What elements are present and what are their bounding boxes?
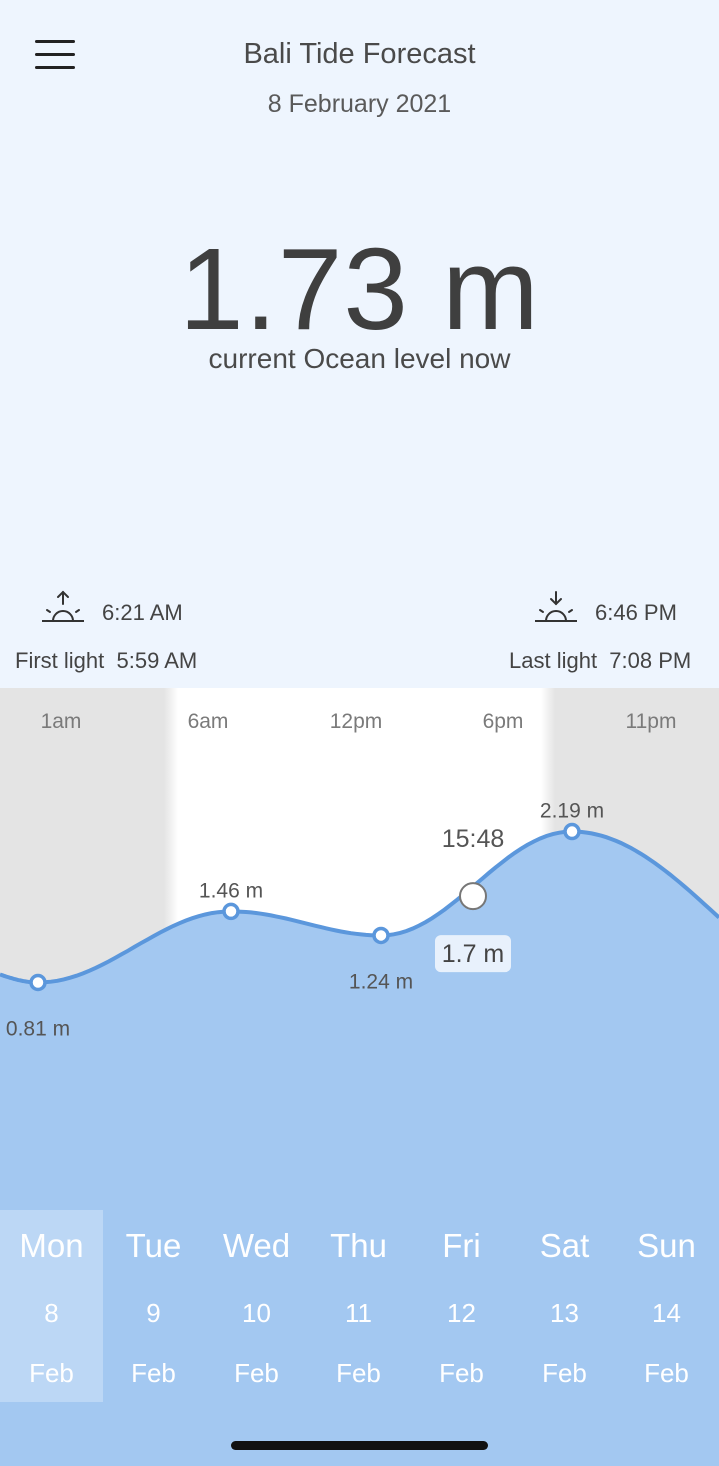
- day-number: 10: [242, 1298, 271, 1328]
- day-name: Sun: [637, 1227, 696, 1264]
- day-thu[interactable]: Thu 11 Feb: [307, 1210, 410, 1402]
- tide-chart[interactable]: 1am 6am 12pm 6pm 11pm 0.81 m 1.46 m 1.24 m 2.19…: [0, 688, 719, 1466]
- day-selector: Mon 8 Feb Tue 9 Feb Wed 10 Feb Thu 11 Fe…: [0, 1210, 719, 1402]
- day-wed[interactable]: Wed 10 Feb: [205, 1210, 308, 1402]
- day-number: 12: [447, 1298, 476, 1328]
- tide-extreme-point: [563, 822, 581, 841]
- tide-extreme-label: 2.19 m: [540, 800, 604, 823]
- tide-chart-svg: 1am 6am 12pm 6pm 11pm 0.81 m 1.46 m 1.24 m 2.19…: [0, 688, 719, 1210]
- day-mon[interactable]: Mon 8 Feb: [0, 1210, 103, 1402]
- day-number: 8: [44, 1298, 59, 1328]
- current-level-value: 1.73 m: [179, 224, 540, 354]
- day-month: Feb: [336, 1358, 381, 1388]
- tide-extreme-label: 1.24 m: [349, 970, 413, 993]
- day-tue[interactable]: Tue 9 Feb: [102, 1210, 205, 1402]
- hour-tick-label: 6am: [188, 710, 229, 733]
- day-month: Feb: [439, 1358, 484, 1388]
- day-name: Mon: [19, 1227, 84, 1264]
- last-light: Last light 7:08 PM: [509, 648, 691, 674]
- cursor-time: 15:48: [442, 825, 505, 853]
- sunrise-icon: [42, 590, 84, 622]
- hour-tick-label: 6pm: [483, 710, 524, 733]
- day-sun[interactable]: Sun 14 Feb: [615, 1210, 718, 1402]
- last-light-time: 7:08 PM: [609, 648, 692, 673]
- sunset-icon: [535, 591, 577, 622]
- day-number: 13: [550, 1298, 579, 1328]
- day-name: Fri: [442, 1227, 481, 1264]
- sunset-time: 6:46 PM: [595, 600, 677, 625]
- cursor-point: [459, 882, 487, 911]
- day-month: Feb: [131, 1358, 176, 1388]
- day-number: 14: [652, 1298, 681, 1328]
- tide-extreme-point: [29, 973, 47, 992]
- day-fri[interactable]: Fri 12 Feb: [410, 1210, 513, 1402]
- hour-tick-label: 12pm: [330, 710, 383, 733]
- day-month: Feb: [644, 1358, 689, 1388]
- sunrise-time: 6:21 AM: [102, 600, 183, 625]
- day-name: Tue: [125, 1227, 182, 1264]
- first-light-time: 5:59 AM: [116, 648, 198, 673]
- day-number: 11: [345, 1298, 372, 1328]
- app-title: Bali Tide Forecast: [243, 38, 476, 70]
- day-name: Wed: [222, 1227, 291, 1264]
- current-level-caption: current Ocean level now: [208, 343, 511, 374]
- tide-extreme-point: [372, 926, 390, 945]
- first-light-label: First light: [15, 648, 105, 673]
- tide-extreme-point: [222, 902, 240, 921]
- home-indicator[interactable]: [231, 1441, 488, 1450]
- tide-extreme-label: 0.81 m: [6, 1018, 70, 1041]
- day-number: 9: [146, 1298, 161, 1328]
- first-light: First light 5:59 AM: [15, 648, 197, 674]
- day-month: Feb: [542, 1358, 587, 1388]
- day-month: Feb: [234, 1358, 279, 1388]
- hour-tick-label: 1am: [41, 710, 82, 733]
- cursor-value: 1.7 m: [442, 940, 505, 968]
- tide-extreme-label: 1.46 m: [199, 879, 263, 902]
- hour-tick-label: 11pm: [626, 710, 677, 733]
- forecast-date: 8 February 2021: [267, 90, 452, 118]
- day-name: Sat: [539, 1227, 590, 1264]
- day-sat[interactable]: Sat 13 Feb: [513, 1210, 616, 1402]
- day-name: Thu: [330, 1227, 387, 1264]
- last-light-label: Last light: [509, 648, 598, 673]
- day-month: Feb: [29, 1358, 74, 1388]
